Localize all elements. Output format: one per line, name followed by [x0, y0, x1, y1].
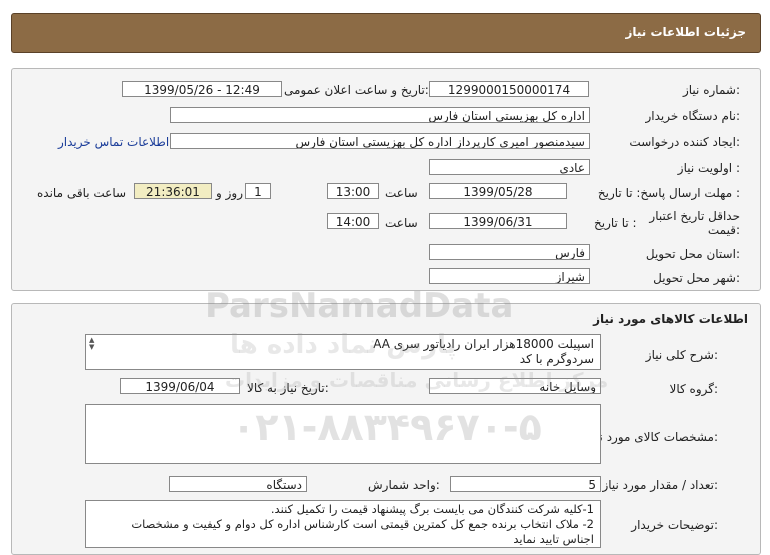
priority-field: عادی [429, 159, 590, 175]
city-field: شیراز [429, 268, 590, 284]
qty-label: تعداد / مقدار مورد نیاز: [602, 478, 718, 492]
announce-field: 1399/05/26 - 12:49 [122, 81, 282, 97]
validity-time-field: 14:00 [327, 213, 379, 229]
unit-field: دستگاه [169, 476, 307, 492]
deadline-label: مهلت ارسال پاسخ: تا تاریخ : [597, 186, 740, 200]
summary-label: شرح کلی نیاز: [645, 348, 718, 362]
page-title: جزئیات اطلاعات نیاز [625, 25, 746, 39]
announce-label: تاریخ و ساعت اعلان عمومی: [284, 83, 429, 97]
validity-date-field: 1399/06/31 [429, 213, 567, 229]
need-details-panel: شماره نیاز: 1299000150000174 تاریخ و ساع… [11, 68, 761, 291]
page-header: جزئیات اطلاعات نیاز [11, 13, 761, 53]
city-label: شهر محل تحویل: [653, 271, 740, 285]
goods-section-title: اطلاعات کالاهای مورد نیاز [593, 312, 748, 326]
need-number-field: 1299000150000174 [429, 81, 589, 97]
validity-time-label: ساعت [385, 216, 418, 230]
notes-line-2: 2- ملاک انتخاب برنده جمع کل کمترین قیمتی… [131, 517, 594, 531]
watermark-brand: ParsNamadData [205, 286, 514, 326]
remaining-time-field: 21:36:01 [134, 183, 212, 199]
province-field: فارس [429, 244, 590, 260]
buyer-contact-link[interactable]: اطلاعات تماس خریدار [58, 135, 169, 149]
deadline-time-field: 13:00 [327, 183, 379, 199]
validity-label-1: حداقل تاریخ اعتبار [649, 209, 740, 223]
group-label: گروه کالا: [669, 382, 719, 396]
buyer-org-label: نام دستگاه خریدار: [645, 109, 741, 123]
deadline-time-label: ساعت [385, 186, 418, 200]
qty-field: 5 [450, 476, 601, 492]
need-number-label: شماره نیاز: [682, 83, 740, 97]
buyer-org-field: اداره کل بهزیستی استان فارس [170, 107, 590, 123]
priority-label: اولویت نیاز : [677, 161, 740, 175]
remaining-label: ساعت باقی مانده [37, 186, 127, 200]
watermark-persian-2: مرکز اطلاع رسانی مناقصات و مزایدات [225, 368, 609, 392]
watermark-persian: پارس نماد داده ها [230, 330, 457, 360]
requester-label: ایجاد کننده درخواست: [629, 135, 740, 149]
days-field: 1 [245, 183, 271, 199]
province-label: استان محل تحویل: [645, 247, 740, 261]
notes-line-1: 1-کلیه شرکت کنندگان می بایست برگ پیشنهاد… [270, 502, 594, 516]
days-label: روز و [216, 186, 243, 200]
buyer-notes-textarea[interactable]: 1-کلیه شرکت کنندگان می بایست برگ پیشنهاد… [85, 500, 601, 548]
validity-label-2: قیمت: [707, 223, 740, 237]
scroll-arrows-icon[interactable]: ▲ ▼ [89, 337, 94, 351]
specs-label: مشخصات کالای مورد نیاز: [586, 430, 718, 444]
need-date-field: 1399/06/04 [120, 378, 240, 394]
buyer-notes-label: توضیحات خریدار: [631, 518, 718, 532]
watermark-phone: ۰۲۱-۸۸۳۴۹۶۷۰-۵ [232, 405, 542, 449]
validity-to-label: تا تاریخ : [594, 216, 637, 230]
deadline-date-field: 1399/05/28 [429, 183, 567, 199]
unit-label: واحد شمارش: [368, 478, 440, 492]
requester-field: سیدمنصور امیری کارپرداز اداره کل بهزیستی… [170, 133, 590, 149]
